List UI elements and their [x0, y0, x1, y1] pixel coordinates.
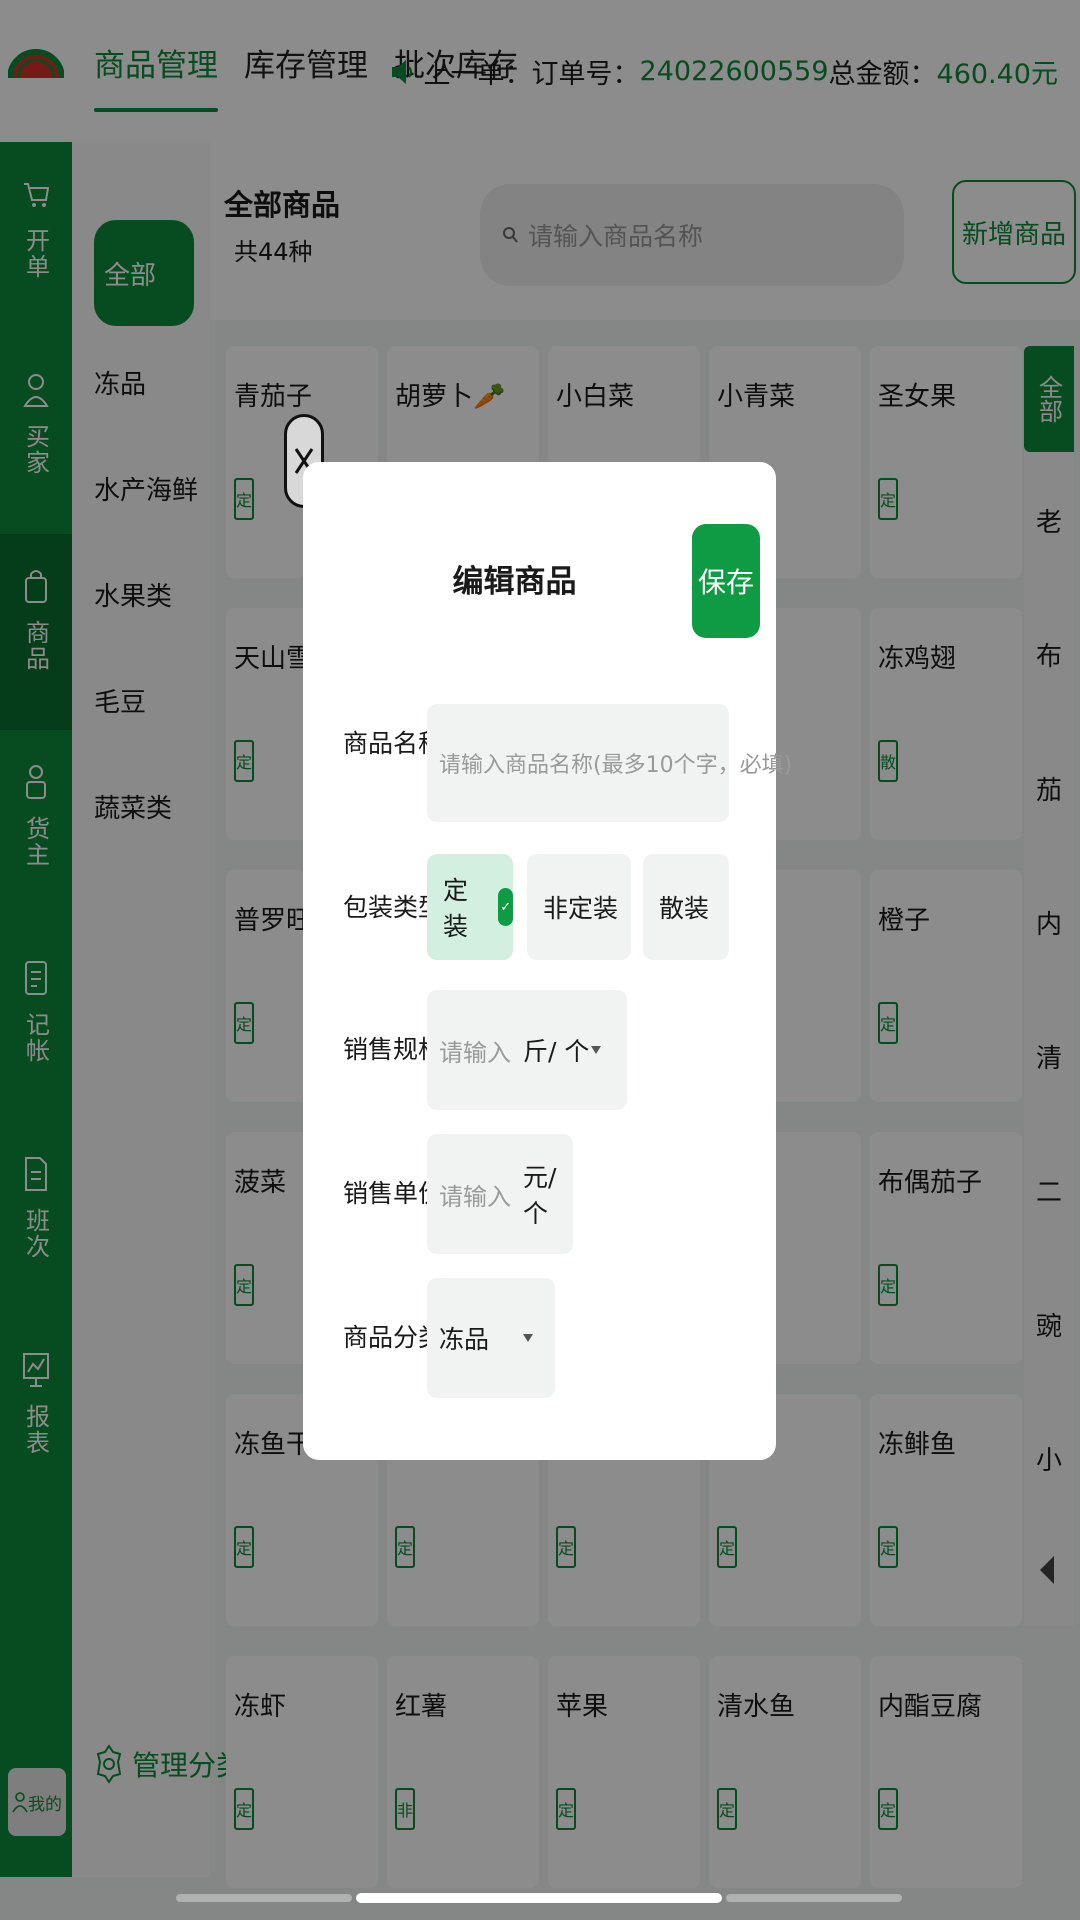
edit-product-dialog: 编辑商品 保存 商品名称 请输入商品名称(最多10个字，必填) 包装类型 定装 …	[303, 462, 792, 1460]
save-button[interactable]: 保存	[692, 524, 760, 638]
spec-unit-select[interactable]: 斤/ 个	[523, 1032, 589, 1068]
price-input[interactable]: 请输入 元/个	[427, 1134, 573, 1254]
category-value: 冻品	[439, 1325, 490, 1354]
pack-option-nonfixed[interactable]: 非定装	[527, 854, 631, 960]
price-unit: 元/个	[523, 1163, 557, 1228]
price-placeholder: 请输入	[439, 1182, 511, 1211]
pack-option-fixed[interactable]: 定装 ✓	[427, 854, 513, 960]
category-select[interactable]: 冻品	[427, 1278, 555, 1398]
pack-option-label: 散装	[659, 894, 710, 923]
chevron-down-icon	[591, 1046, 601, 1054]
chevron-down-icon	[523, 1334, 533, 1342]
product-name-placeholder: 请输入商品名称(最多10个字，必填)	[439, 753, 793, 778]
spec-input[interactable]: 请输入 斤/ 个	[427, 990, 627, 1110]
spec-placeholder: 请输入	[439, 1038, 511, 1067]
pack-option-label: 非定装	[543, 894, 619, 923]
home-indicator-left	[176, 1894, 352, 1902]
pack-option-bulk[interactable]: 散装	[643, 854, 729, 960]
home-indicator[interactable]	[356, 1893, 722, 1903]
product-name-input[interactable]: 请输入商品名称(最多10个字，必填)	[427, 704, 792, 822]
home-indicator-right	[726, 1894, 902, 1902]
check-icon: ✓	[498, 888, 513, 926]
pack-option-label: 定装	[443, 876, 469, 941]
